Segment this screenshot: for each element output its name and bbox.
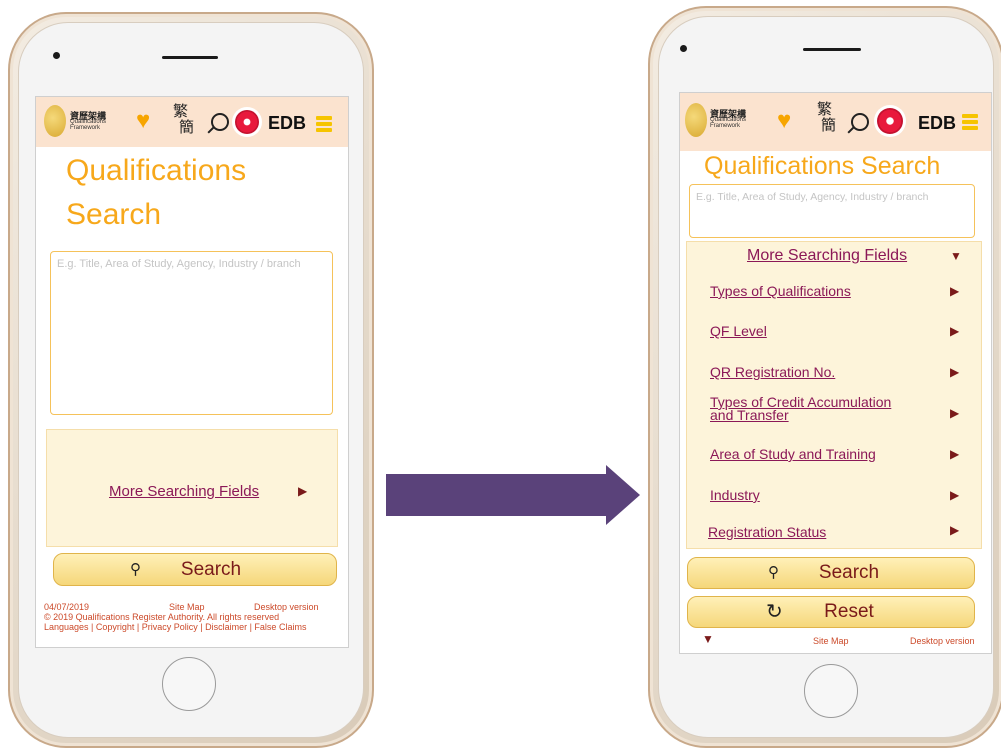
- lang-traditional[interactable]: 繁: [817, 101, 836, 117]
- edb-logo: EDB: [918, 113, 957, 133]
- more-searching-fields-link[interactable]: More Searching Fields: [109, 483, 259, 500]
- field-qf-level[interactable]: QF Level: [710, 323, 767, 339]
- left-phone-speaker: [162, 56, 218, 59]
- left-header: 資歷架構 Qualifications Framework ♥ 繁 簡 EDB: [36, 97, 348, 147]
- left-screen: 資歷架構 Qualifications Framework ♥ 繁 簡 EDB …: [35, 96, 349, 648]
- page-title: Qualifications Search: [66, 154, 247, 231]
- field-industry[interactable]: Industry: [710, 487, 760, 503]
- reset-icon: ↻: [766, 601, 783, 623]
- right-footer: ▼ Site Map Desktop version: [680, 632, 991, 648]
- page-title: Qualifications Search: [704, 152, 941, 180]
- lang-simplified[interactable]: 簡: [179, 119, 194, 135]
- field-qr-registration-no[interactable]: QR Registration No.: [710, 364, 835, 380]
- search-button[interactable]: ⚲ Search: [687, 557, 975, 589]
- reset-button[interactable]: ↻ Reset: [687, 596, 975, 628]
- footer-copyright: © 2019 Qualifications Register Authority…: [44, 612, 280, 622]
- right-phone-speaker: [803, 48, 861, 51]
- search-input[interactable]: E.g. Title, Area of Study, Agency, Indus…: [689, 184, 975, 238]
- search-icon: ⚲: [130, 561, 141, 578]
- field-types-of-qualifications[interactable]: Types of Qualifications: [710, 283, 851, 299]
- search-input[interactable]: E.g. Title, Area of Study, Agency, Indus…: [50, 251, 333, 415]
- transition-arrow-head: [606, 465, 640, 525]
- qf-logo-text: 資歷架構 Qualifications Framework: [70, 111, 107, 132]
- right-screen: 資歷架構 Qualifications Framework ♥ 繁 簡 EDB …: [679, 92, 992, 654]
- qf-logo-icon: [685, 103, 707, 137]
- lang-simplified[interactable]: 簡: [821, 117, 836, 133]
- menu-icon[interactable]: [962, 114, 978, 132]
- footer-site-map[interactable]: Site Map: [169, 602, 205, 612]
- lang-traditional[interactable]: 繁: [173, 103, 194, 119]
- edb-logo: EDB: [268, 113, 307, 133]
- footer-desktop-version[interactable]: Desktop version: [910, 636, 975, 646]
- footer-links[interactable]: Languages | Copyright | Privacy Policy |…: [44, 622, 340, 632]
- qf-logo-text: 資歷架構 Qualifications Framework: [710, 109, 747, 130]
- left-footer: 04/07/2019 Site Map Desktop version © 20…: [36, 602, 348, 632]
- language-switch[interactable]: 繁 簡: [817, 101, 836, 133]
- hksar-flower-icon: [232, 107, 262, 137]
- triangle-right-icon: ▶: [298, 484, 308, 498]
- triangle-right-icon[interactable]: ▶: [950, 488, 959, 502]
- search-icon: ⚲: [768, 564, 779, 581]
- triangle-down-icon[interactable]: ▼: [702, 632, 714, 646]
- right-home-button[interactable]: [804, 664, 858, 718]
- triangle-right-icon[interactable]: ▶: [950, 284, 959, 298]
- language-switch[interactable]: 繁 簡: [173, 103, 194, 135]
- left-home-button[interactable]: [162, 657, 216, 711]
- footer-site-map[interactable]: Site Map: [813, 636, 849, 646]
- search-icon[interactable]: [211, 113, 229, 131]
- triangle-right-icon[interactable]: ▶: [950, 365, 959, 379]
- heart-icon[interactable]: ♥: [136, 109, 150, 133]
- field-registration-status[interactable]: Registration Status: [708, 524, 826, 540]
- footer-date: 04/07/2019: [44, 602, 90, 612]
- field-area-of-study-and-training[interactable]: Area of Study and Training: [710, 446, 876, 462]
- search-button[interactable]: ⚲ Search: [53, 553, 337, 586]
- menu-icon[interactable]: [316, 116, 332, 134]
- search-icon[interactable]: [851, 113, 869, 131]
- triangle-right-icon[interactable]: ▶: [950, 447, 959, 461]
- footer-desktop-version[interactable]: Desktop version: [254, 602, 319, 612]
- field-types-of-credit-accumulation[interactable]: Types of Credit Accumulation and Transfe…: [710, 395, 891, 422]
- triangle-right-icon[interactable]: ▶: [950, 406, 959, 420]
- transition-arrow-shaft: [386, 474, 608, 516]
- right-phone-camera: [680, 45, 687, 52]
- qf-logo-icon: [44, 105, 66, 137]
- right-header: 資歷架構 Qualifications Framework ♥ 繁 簡 EDB: [680, 93, 991, 151]
- hksar-flower-icon: [874, 105, 906, 137]
- triangle-right-icon[interactable]: ▶: [950, 523, 959, 537]
- left-phone-camera: [53, 52, 60, 59]
- triangle-right-icon[interactable]: ▶: [950, 324, 959, 338]
- triangle-down-icon[interactable]: ▼: [950, 249, 962, 263]
- heart-icon[interactable]: ♥: [777, 109, 791, 133]
- more-searching-fields-link[interactable]: More Searching Fields: [747, 247, 907, 265]
